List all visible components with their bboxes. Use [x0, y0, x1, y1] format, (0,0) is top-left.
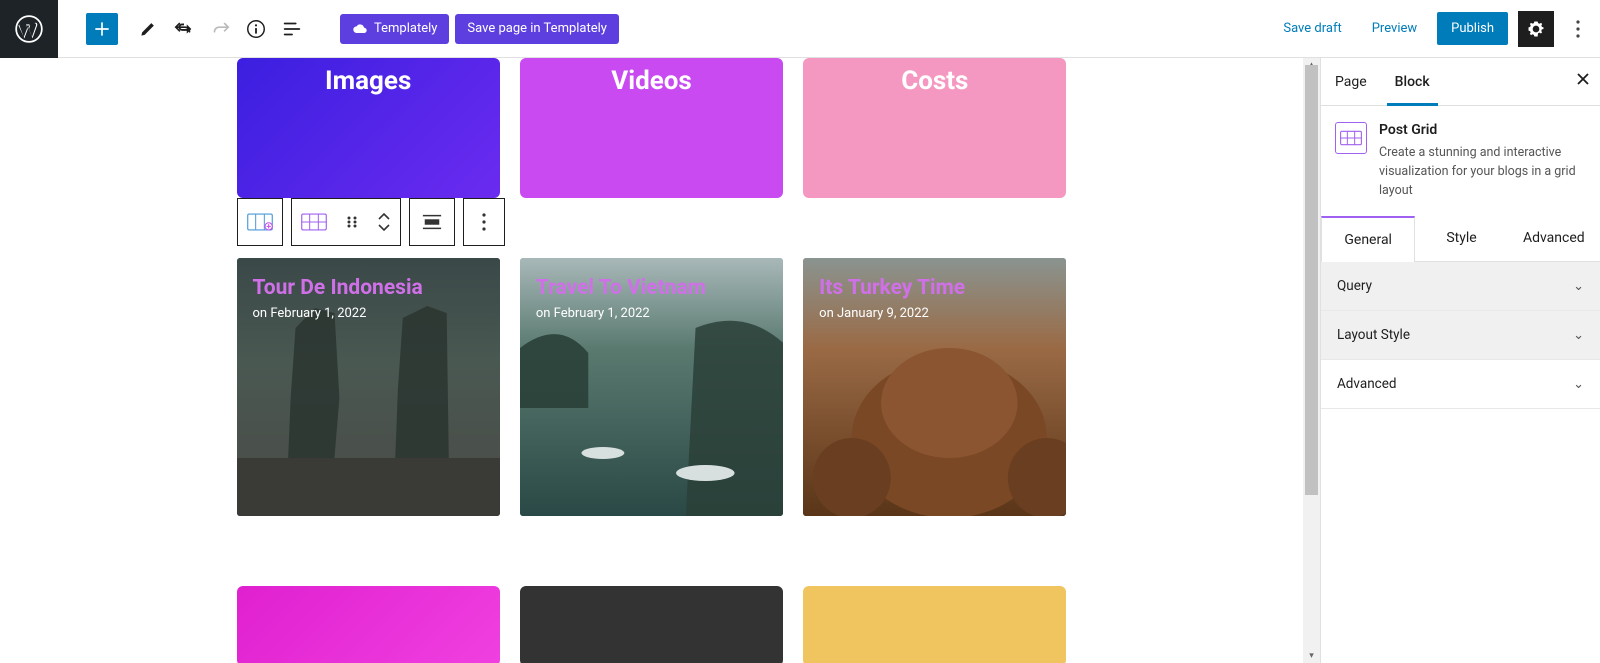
undo-button[interactable] [166, 11, 202, 47]
plus-icon [92, 19, 112, 39]
editor-topbar: Templately Save page in Templately Save … [0, 0, 1600, 58]
templately-button[interactable]: Templately [340, 14, 449, 44]
cloud-icon [352, 21, 368, 37]
close-icon [1576, 72, 1590, 86]
post-date: on January 9, 2022 [819, 306, 1050, 321]
pencil-icon [138, 19, 158, 39]
chevron-down-icon: ⌄ [1573, 377, 1584, 392]
gear-icon [1526, 19, 1546, 39]
kebab-icon [482, 213, 486, 231]
panel-label: Layout Style [1337, 327, 1410, 343]
info-button[interactable] [238, 11, 274, 47]
tile-label: Videos [611, 66, 692, 96]
chevron-down-icon: ⌄ [1573, 279, 1584, 294]
columns-plus-icon [247, 212, 273, 232]
block-type-button[interactable] [292, 199, 336, 245]
edit-tool-button[interactable] [130, 11, 166, 47]
tile-images[interactable]: Images [237, 58, 500, 198]
tile-label: Costs [901, 66, 968, 96]
add-block-button[interactable] [86, 13, 118, 45]
panel-label: Advanced [1337, 376, 1397, 392]
block-type-icon [1335, 122, 1367, 154]
block-card: Post Grid Create a stunning and interact… [1321, 106, 1600, 216]
panel-tabs: General Style Advanced [1321, 216, 1600, 262]
close-sidebar-button[interactable] [1576, 70, 1590, 91]
block-description: Create a stunning and interactive visual… [1379, 144, 1586, 200]
post-card[interactable]: Tour De Indonesia on February 1, 2022 [237, 258, 500, 516]
stub-tile[interactable] [520, 586, 783, 663]
post-grid-block[interactable]: Tour De Indonesia on February 1, 2022 Tr… [237, 258, 1067, 516]
topbar-right: Save draft Preview Publish [1273, 11, 1600, 47]
info-icon [245, 18, 267, 40]
scrollbar[interactable]: ▴ ▾ [1303, 58, 1320, 663]
tile-label: Images [325, 66, 411, 96]
undo-icon [173, 18, 195, 40]
sidebar-tabs: Page Block [1321, 58, 1600, 106]
grid-icon [301, 212, 327, 232]
save-page-templately-label: Save page in Templately [467, 21, 607, 36]
wordpress-logo-button[interactable] [0, 0, 58, 58]
chevron-down-icon [378, 223, 390, 231]
settings-sidebar: Page Block Post Grid Create a stunning a… [1320, 58, 1600, 663]
panel-tab-style[interactable]: Style [1415, 216, 1507, 261]
panel-layout-style[interactable]: Layout Style ⌄ [1321, 311, 1600, 360]
editor-canvas: Images Videos Costs [0, 58, 1303, 663]
publish-button[interactable]: Publish [1437, 12, 1508, 45]
save-draft-button[interactable]: Save draft [1273, 13, 1351, 44]
move-up-button[interactable] [378, 212, 390, 222]
list-icon [281, 18, 303, 40]
panel-advanced[interactable]: Advanced ⌄ [1321, 360, 1600, 409]
redo-button [202, 11, 238, 47]
block-more-button[interactable] [464, 199, 504, 245]
drag-handle[interactable] [336, 199, 368, 245]
tab-page[interactable]: Page [1321, 58, 1381, 105]
save-page-templately-button[interactable]: Save page in Templately [455, 14, 619, 44]
panel-query[interactable]: Query ⌄ [1321, 262, 1600, 311]
align-button[interactable] [410, 199, 454, 245]
stub-tile[interactable] [803, 586, 1066, 663]
post-title: Tour De Indonesia [253, 276, 484, 300]
move-down-button[interactable] [378, 222, 390, 232]
post-title: Travel To Vietnam [536, 276, 767, 300]
chevron-down-icon: ⌄ [1573, 328, 1584, 343]
more-options-button[interactable] [1564, 11, 1592, 47]
parent-block-button[interactable] [238, 199, 282, 245]
kebab-icon [1576, 20, 1580, 38]
stub-tile[interactable] [237, 586, 500, 663]
align-icon [422, 213, 442, 231]
post-date: on February 1, 2022 [536, 306, 767, 321]
post-card[interactable]: Travel To Vietnam on February 1, 2022 [520, 258, 783, 516]
stub-row [237, 586, 1067, 663]
settings-button[interactable] [1518, 11, 1554, 47]
tab-block[interactable]: Block [1381, 58, 1444, 105]
panel-label: Query [1337, 278, 1372, 294]
topbar-left-tools: Templately Save page in Templately [58, 11, 619, 47]
post-title: Its Turkey Time [819, 276, 1050, 300]
post-card[interactable]: Its Turkey Time on January 9, 2022 [803, 258, 1066, 516]
preview-button[interactable]: Preview [1362, 13, 1427, 44]
redo-icon [209, 18, 231, 40]
templately-label: Templately [374, 21, 437, 36]
panel-tab-advanced[interactable]: Advanced [1508, 216, 1600, 261]
tile-videos[interactable]: Videos [520, 58, 783, 198]
block-name: Post Grid [1379, 122, 1586, 138]
panel-tab-general[interactable]: General [1321, 216, 1415, 262]
outline-button[interactable] [274, 11, 310, 47]
wordpress-icon [15, 15, 43, 43]
tile-costs[interactable]: Costs [803, 58, 1066, 198]
grid-icon [1340, 130, 1362, 146]
chevron-up-icon [378, 213, 390, 221]
block-toolbar [237, 198, 505, 246]
tile-row: Images Videos Costs [237, 58, 1067, 198]
post-date: on February 1, 2022 [253, 306, 484, 321]
scroll-down-arrow[interactable]: ▾ [1303, 649, 1320, 663]
drag-icon [345, 215, 359, 229]
scrollbar-thumb[interactable] [1305, 65, 1318, 495]
